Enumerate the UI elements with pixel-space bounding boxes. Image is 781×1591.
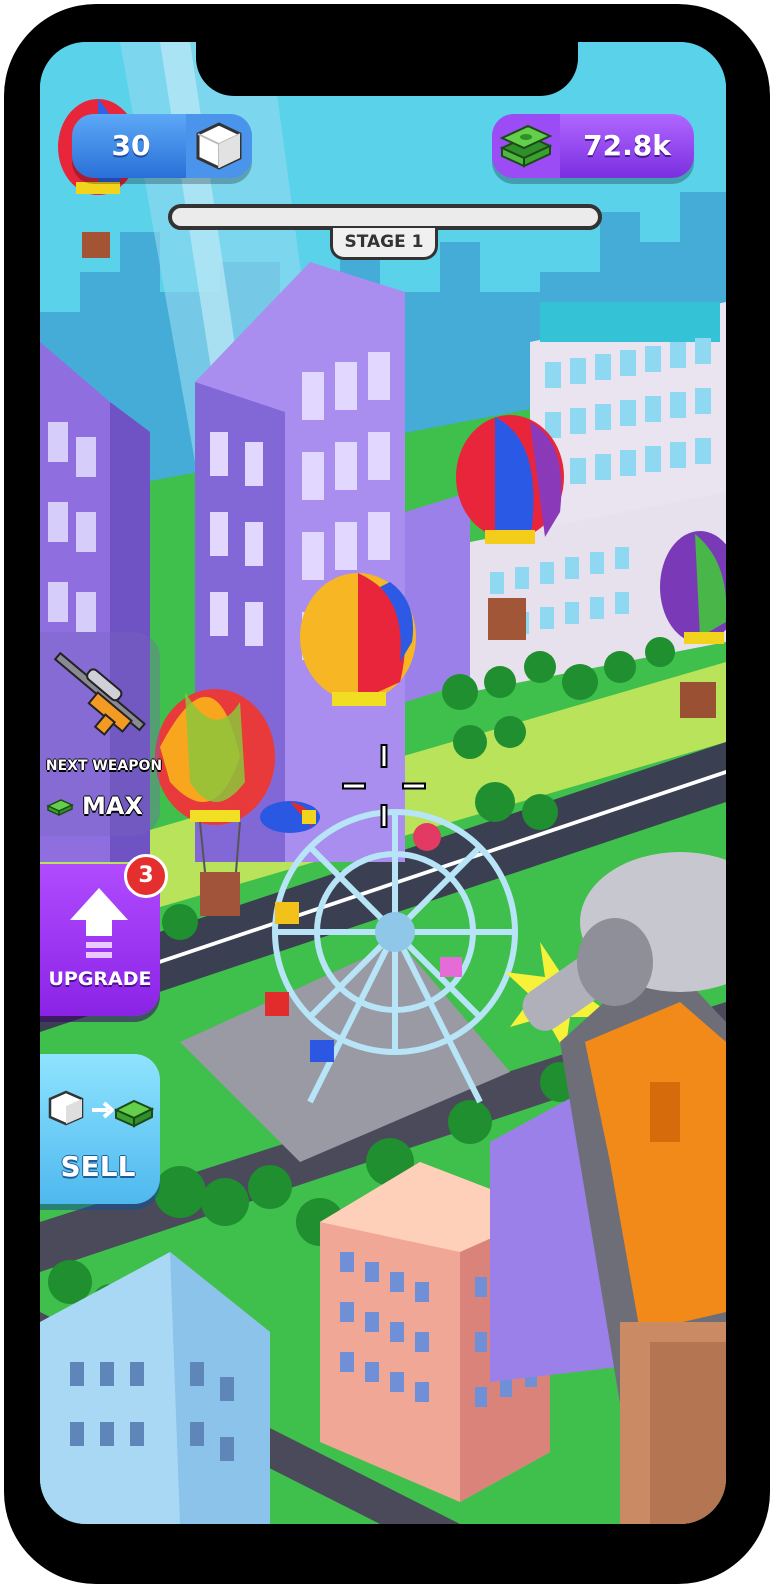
sell-button[interactable]: SELL — [40, 1054, 160, 1204]
game-screen[interactable]: 30 72.8k STAGE 1 NEXT WEAPON MAX UPGRADE… — [40, 42, 726, 1524]
sell-label: SELL — [60, 1150, 136, 1183]
cash-counter: 72.8k — [492, 114, 694, 178]
next-weapon-cost: MAX — [82, 792, 143, 820]
stage-label: STAGE 1 — [330, 228, 438, 260]
stage-progress-bar — [168, 204, 602, 230]
cash-stack-icon — [499, 124, 553, 168]
gem-counter: 30 — [72, 114, 252, 178]
cash-amount: 72.8k — [583, 129, 671, 162]
upgrade-label: UPGRADE — [48, 968, 152, 990]
gem-count: 30 — [111, 129, 151, 162]
crosshair-icon — [342, 744, 426, 828]
next-weapon-label: NEXT WEAPON — [45, 758, 163, 774]
up-arrow-icon — [70, 888, 128, 958]
cash-stack-icon — [46, 799, 74, 817]
cash-icon-box — [492, 114, 560, 178]
phone-notch — [196, 38, 578, 96]
gem-icon-box — [186, 114, 252, 178]
upgrade-count-badge: 3 — [124, 854, 168, 898]
sniper-rifle-icon — [53, 651, 146, 736]
next-weapon-panel[interactable]: NEXT WEAPON MAX — [40, 632, 162, 836]
cube-to-cash-icon — [48, 1090, 155, 1128]
white-cube-icon — [196, 122, 242, 170]
